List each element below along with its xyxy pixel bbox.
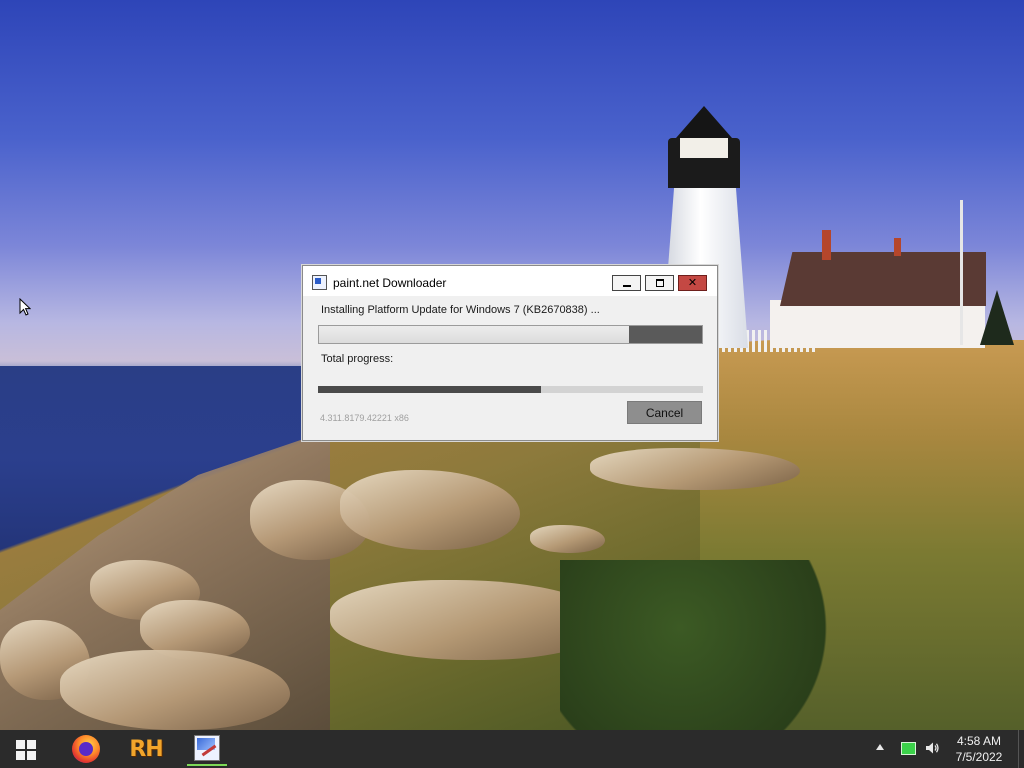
dialog-titlebar[interactable]: paint.net Downloader ✕ [303,266,717,296]
chevron-up-icon[interactable] [876,744,884,750]
cancel-button[interactable]: Cancel [627,401,702,424]
wallpaper-lighthouse-glass [680,138,728,158]
paintnet-icon [194,735,220,761]
dialog-title: paint.net Downloader [333,276,447,290]
downloader-dialog[interactable]: paint.net Downloader ✕ Installing Platfo… [302,265,718,441]
rh-icon: RH [129,736,163,762]
current-progress-fill [319,326,630,343]
taskbar-rh[interactable]: RH [126,732,166,766]
mouse-cursor-icon [19,298,31,316]
install-status-text: Installing Platform Update for Windows 7… [321,304,600,316]
wallpaper-rock [530,525,605,553]
wallpaper-chimney [822,230,831,260]
volume-icon[interactable] [924,740,940,756]
desktop[interactable]: paint.net Downloader ✕ Installing Platfo… [0,0,1024,768]
paintnet-downloader-icon [312,275,327,290]
wallpaper-roof [780,252,986,306]
wallpaper-chimney [894,238,901,256]
maximize-button[interactable] [645,275,674,291]
close-button[interactable]: ✕ [678,275,707,291]
version-label: 4.311.8179.42221 x86 [320,413,409,423]
wallpaper-rock [590,448,800,490]
wallpaper-pole [960,200,963,345]
show-desktop-button[interactable] [1018,730,1024,768]
total-progress-label: Total progress: [321,353,394,365]
close-icon: ✕ [687,276,698,289]
wallpaper-lighthouse-roof [676,106,732,138]
total-progress-bar [318,386,703,393]
clock-time[interactable]: 4:58 AM [944,734,1014,748]
minimize-button[interactable] [612,275,641,291]
wallpaper-bush [560,560,860,730]
network-icon[interactable] [901,742,916,755]
clock-date[interactable]: 7/5/2022 [944,750,1014,764]
taskbar-firefox[interactable] [66,732,106,766]
wallpaper-house [770,300,985,348]
current-progress-bar [318,325,703,344]
taskbar[interactable]: RH 4:58 AM 7/5/2022 [0,730,1024,768]
start-button[interactable] [16,740,36,760]
taskbar-paintnet[interactable] [187,732,227,766]
maximize-icon [655,279,664,287]
minimize-icon [622,284,631,287]
total-progress-fill [318,386,542,393]
firefox-icon [72,735,100,763]
